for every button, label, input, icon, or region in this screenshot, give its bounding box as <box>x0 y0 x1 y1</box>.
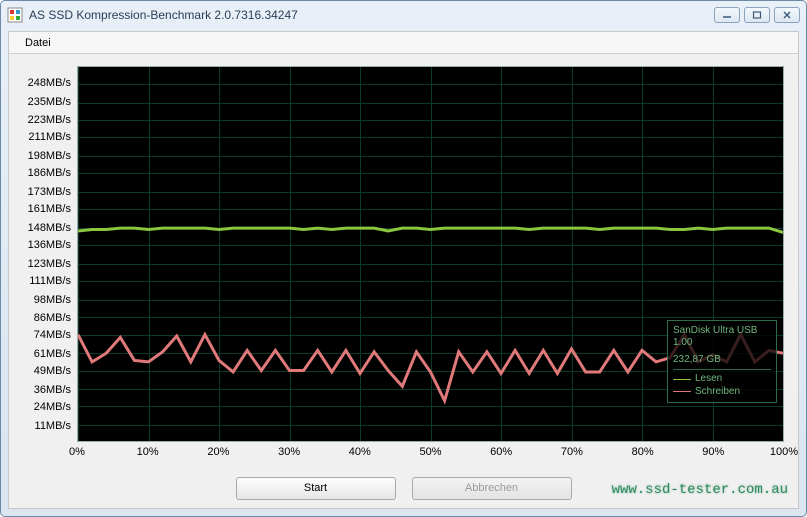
x-tick-label: 10% <box>137 446 159 458</box>
y-tick-label: 148MB/s <box>28 222 71 234</box>
x-tick-label: 90% <box>702 446 724 458</box>
chart-area: 11MB/s 24MB/s 36MB/s 49MB/s 61MB/s 74MB/s 86MB… <box>19 62 788 464</box>
abort-button[interactable]: Abbrechen <box>412 477 572 500</box>
y-tick-label: 24MB/s <box>34 401 71 413</box>
window-title: AS SSD Kompression-Benchmark 2.0.7316.34… <box>29 8 714 22</box>
minimize-button[interactable] <box>714 7 740 23</box>
y-tick-label: 235MB/s <box>28 96 71 108</box>
close-button[interactable] <box>774 7 800 23</box>
y-tick-label: 161MB/s <box>28 203 71 215</box>
x-tick-label: 60% <box>490 446 512 458</box>
legend-read-swatch <box>673 379 691 380</box>
legend-write-label: Schreiben <box>695 386 740 399</box>
y-tick-label: 111MB/s <box>29 275 71 287</box>
y-tick-label: 198MB/s <box>28 150 71 162</box>
window-controls <box>714 7 800 23</box>
x-tick-label: 20% <box>207 446 229 458</box>
y-tick-label: 136MB/s <box>28 239 71 251</box>
menubar: Datei <box>9 32 798 54</box>
legend-write-swatch <box>673 391 691 392</box>
legend-version: 1.00 <box>673 337 771 350</box>
legend-device: SanDisk Ultra USB <box>673 325 771 338</box>
y-tick-label: 11MB/s <box>35 420 71 432</box>
app-icon <box>7 7 23 23</box>
y-tick-label: 248MB/s <box>28 77 71 89</box>
y-tick-label: 123MB/s <box>28 258 71 270</box>
x-tick-label: 50% <box>419 446 441 458</box>
legend-capacity: 232,87 GB <box>673 354 771 367</box>
start-button[interactable]: Start <box>236 477 396 500</box>
legend-write: Schreiben <box>673 386 771 399</box>
y-tick-label: 49MB/s <box>34 365 71 377</box>
y-tick-label: 186MB/s <box>28 167 71 179</box>
y-axis: 11MB/s 24MB/s 36MB/s 49MB/s 61MB/s 74MB/s 86MB… <box>19 66 75 442</box>
legend-box: SanDisk Ultra USB 1.00 232,87 GB Lesen S… <box>667 320 777 404</box>
app-window: AS SSD Kompression-Benchmark 2.0.7316.34… <box>0 0 807 517</box>
x-tick-label: 40% <box>349 446 371 458</box>
x-tick-label: 70% <box>561 446 583 458</box>
plot-surface: SanDisk Ultra USB 1.00 232,87 GB Lesen S… <box>77 66 784 442</box>
client-area: Datei 11MB/s 24MB/s 36MB/s 49MB/s 61MB/s 74MB… <box>8 31 799 509</box>
gridline-v <box>783 67 784 441</box>
y-tick-label: 74MB/s <box>34 329 71 341</box>
menu-file[interactable]: Datei <box>17 35 59 51</box>
y-tick-label: 61MB/s <box>34 348 71 360</box>
x-axis: 0%10%20%30%40%50%60%70%80%90%100% <box>77 444 784 464</box>
x-tick-label: 100% <box>770 446 798 458</box>
y-tick-label: 223MB/s <box>28 114 71 126</box>
x-tick-label: 0% <box>69 446 85 458</box>
legend-read-label: Lesen <box>695 373 722 386</box>
y-tick-label: 173MB/s <box>28 186 71 198</box>
series-lesen <box>78 228 783 232</box>
y-tick-label: 86MB/s <box>34 312 71 324</box>
y-tick-label: 98MB/s <box>34 294 71 306</box>
x-tick-label: 30% <box>278 446 300 458</box>
x-tick-label: 80% <box>632 446 654 458</box>
titlebar: AS SSD Kompression-Benchmark 2.0.7316.34… <box>1 1 806 29</box>
y-tick-label: 211MB/s <box>28 131 71 143</box>
y-tick-label: 36MB/s <box>34 384 71 396</box>
legend-read: Lesen <box>673 373 771 386</box>
watermark: www.ssd-tester.com.au <box>612 482 788 498</box>
maximize-button[interactable] <box>744 7 770 23</box>
